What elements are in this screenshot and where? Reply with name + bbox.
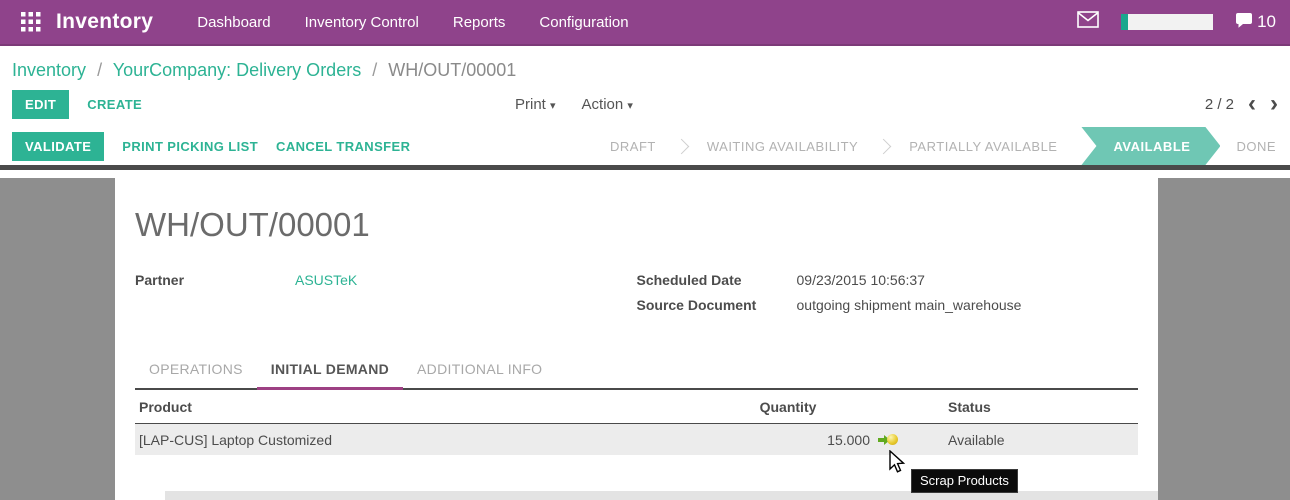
- planner-progress-fill: [1121, 14, 1128, 30]
- status-actions: VALIDATE PRINT PICKING LIST CANCEL TRANS…: [12, 132, 410, 161]
- column-quantity: Quantity: [628, 399, 948, 415]
- pager: 2 / 2 ‹ ›: [1205, 96, 1278, 113]
- state-draft[interactable]: DRAFT: [592, 139, 674, 154]
- status-bar: VALIDATE PRINT PICKING LIST CANCEL TRANS…: [0, 127, 1290, 170]
- nav-reports[interactable]: Reports: [453, 14, 506, 31]
- pager-previous-icon[interactable]: ‹: [1248, 97, 1256, 111]
- initial-demand-table: Product Quantity Status [LAP-CUS] Laptop…: [135, 390, 1138, 455]
- top-nav: Dashboard Inventory Control Reports Conf…: [197, 14, 628, 31]
- pager-value: 2 / 2: [1205, 96, 1234, 113]
- column-status: Status: [948, 399, 1138, 415]
- chevron-right-icon: [674, 138, 690, 154]
- print-picking-list-button[interactable]: PRINT PICKING LIST: [122, 139, 258, 154]
- tab-additional-info[interactable]: ADDITIONAL INFO: [403, 361, 556, 388]
- breadcrumb: Inventory / YourCompany: Delivery Orders…: [0, 46, 1290, 85]
- pager-next-icon[interactable]: ›: [1270, 97, 1278, 111]
- table-header-row: Product Quantity Status: [135, 390, 1138, 424]
- fields-right: Scheduled Date 09/23/2015 10:56:37 Sourc…: [637, 272, 1139, 313]
- partner-field: Partner ASUSTeK: [135, 272, 637, 288]
- chevron-down-icon: ▾: [627, 100, 633, 112]
- table-row[interactable]: [LAP-CUS] Laptop Customized 15.000 Avail…: [135, 424, 1138, 455]
- nav-dashboard[interactable]: Dashboard: [197, 14, 270, 31]
- top-bar: Inventory Dashboard Inventory Control Re…: [0, 0, 1290, 46]
- content-canvas: WH/OUT/00001 Partner ASUSTeK Scheduled D…: [0, 178, 1290, 500]
- edit-button[interactable]: EDIT: [12, 90, 69, 119]
- tab-initial-demand[interactable]: INITIAL DEMAND: [257, 361, 403, 390]
- breadcrumb-separator: /: [372, 60, 377, 80]
- source-document-value: outgoing shipment main_warehouse: [797, 297, 1022, 313]
- chevron-down-icon: ▾: [550, 100, 556, 112]
- state-waiting-availability[interactable]: WAITING AVAILABILITY: [689, 139, 876, 154]
- state-partially-available[interactable]: PARTIALLY AVAILABLE: [891, 139, 1075, 154]
- control-panel: EDIT CREATE Print ▾ Action ▾ 2 / 2 ‹ ›: [0, 85, 1290, 127]
- notebook-tabs: OPERATIONS INITIAL DEMAND ADDITIONAL INF…: [135, 361, 1138, 390]
- document-title: WH/OUT/00001: [135, 206, 1138, 244]
- scheduled-date-field: Scheduled Date 09/23/2015 10:56:37: [637, 272, 1139, 288]
- status-pipeline: DRAFT WAITING AVAILABILITY PARTIALLY AVA…: [592, 127, 1290, 165]
- cancel-transfer-button[interactable]: CANCEL TRANSFER: [276, 139, 410, 154]
- tab-operations[interactable]: OPERATIONS: [135, 361, 257, 388]
- validate-button[interactable]: VALIDATE: [12, 132, 104, 161]
- planner-progress-bar[interactable]: [1121, 14, 1213, 30]
- cell-status: Available: [948, 432, 1138, 448]
- chevron-right-icon: [876, 138, 892, 154]
- cp-dropdowns: Print ▾ Action ▾: [515, 96, 633, 113]
- nav-inventory-control[interactable]: Inventory Control: [305, 14, 419, 31]
- apps-grid-icon[interactable]: [14, 5, 48, 39]
- scheduled-date-value: 09/23/2015 10:56:37: [797, 272, 925, 288]
- envelope-icon[interactable]: [1077, 11, 1099, 33]
- state-available-active[interactable]: AVAILABLE: [1081, 127, 1220, 165]
- quantity-value: 15.000: [827, 432, 870, 448]
- source-document-field: Source Document outgoing shipment main_w…: [637, 297, 1139, 313]
- print-dropdown[interactable]: Print ▾: [515, 96, 556, 113]
- breadcrumb-current: WH/OUT/00001: [388, 60, 516, 80]
- partner-label: Partner: [135, 272, 295, 288]
- partner-value-link[interactable]: ASUSTeK: [295, 272, 357, 288]
- scheduled-date-label: Scheduled Date: [637, 272, 797, 288]
- column-product: Product: [139, 399, 628, 415]
- page: Inventory Dashboard Inventory Control Re…: [0, 0, 1290, 500]
- nav-configuration[interactable]: Configuration: [539, 14, 628, 31]
- app-title: Inventory: [56, 10, 153, 34]
- message-count: 10: [1257, 12, 1276, 32]
- messages-counter[interactable]: 10: [1235, 12, 1276, 33]
- breadcrumb-inventory[interactable]: Inventory: [12, 60, 86, 80]
- scrap-products-icon[interactable]: [878, 433, 898, 446]
- fields-left: Partner ASUSTeK: [135, 272, 637, 313]
- cell-quantity: 15.000: [628, 432, 948, 448]
- source-document-label: Source Document: [637, 297, 797, 313]
- form-sheet: WH/OUT/00001 Partner ASUSTeK Scheduled D…: [115, 178, 1158, 500]
- mouse-pointer-icon: [888, 450, 910, 479]
- topbar-right: 10: [1077, 11, 1276, 33]
- breadcrumb-delivery-orders[interactable]: YourCompany: Delivery Orders: [113, 60, 361, 80]
- state-done[interactable]: DONE: [1220, 139, 1290, 154]
- chat-bubble-icon: [1235, 12, 1253, 33]
- create-button[interactable]: CREATE: [87, 97, 142, 112]
- scrap-products-tooltip: Scrap Products: [911, 469, 1018, 493]
- cell-product: [LAP-CUS] Laptop Customized: [139, 432, 628, 448]
- field-group: Partner ASUSTeK Scheduled Date 09/23/201…: [135, 272, 1138, 313]
- breadcrumb-separator: /: [97, 60, 102, 80]
- action-dropdown[interactable]: Action ▾: [582, 96, 633, 113]
